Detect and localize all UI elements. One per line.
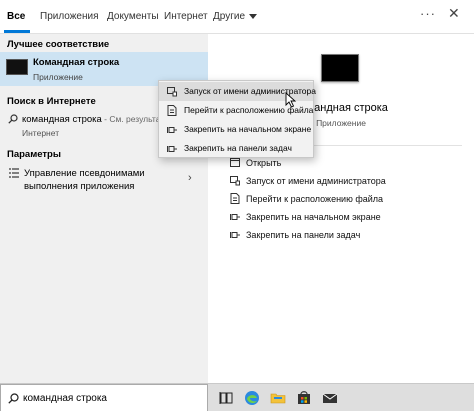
task-view-icon[interactable] [216, 388, 236, 408]
menu-item-pin-to-start[interactable]: Закрепить на начальном экране [159, 120, 313, 139]
search-icon [8, 114, 18, 124]
close-icon[interactable]: ✕ [448, 5, 460, 22]
tab-apps[interactable]: Приложения [40, 0, 99, 34]
settings-item-app-aliases[interactable]: Управление псевдонимами выполнения прило… [24, 167, 184, 193]
web-search-subtitle: Интернет [22, 128, 60, 138]
best-match-subtitle: Приложение [33, 72, 83, 82]
tab-all[interactable]: Все [7, 0, 25, 34]
search-input[interactable] [23, 390, 203, 407]
active-tab-indicator [4, 30, 30, 33]
web-search-query: командная строка [22, 114, 102, 125]
list-settings-icon [9, 168, 19, 178]
settings-heading: Параметры [7, 149, 61, 160]
admin-icon [167, 87, 177, 97]
menu-item-pin-to-taskbar-label: Закрепить на панели задач [184, 143, 292, 153]
menu-item-pin-to-taskbar[interactable]: Закрепить на панели задач [159, 139, 313, 158]
taskbar [0, 383, 474, 411]
edge-icon[interactable] [242, 388, 262, 408]
action-open-label: Открыть [246, 158, 282, 168]
more-options-icon[interactable]: ··· [420, 6, 436, 21]
mouse-cursor-icon [285, 92, 297, 108]
mail-icon[interactable] [320, 388, 340, 408]
taskbar-search-box[interactable] [0, 384, 208, 411]
chevron-down-icon [249, 13, 258, 19]
pin-icon [167, 127, 177, 133]
tab-web[interactable]: Интернет [164, 0, 208, 34]
pin-icon [167, 146, 177, 152]
tab-more[interactable]: Другие [213, 0, 258, 34]
command-prompt-large-icon [321, 54, 359, 82]
action-pin-to-taskbar-label: Закрепить на панели задач [246, 230, 361, 240]
action-open-file-location-label: Перейти к расположению файла [246, 194, 384, 204]
search-tab-bar: Все Приложения Документы Интернет Другие… [0, 0, 474, 34]
best-match-title: Командная строка [33, 57, 120, 68]
admin-icon [230, 176, 240, 186]
file-location-icon [167, 105, 177, 116]
menu-item-pin-to-start-label: Закрепить на начальном экране [184, 124, 312, 134]
tab-documents[interactable]: Документы [107, 0, 159, 34]
action-run-as-admin-label: Запуск от имени администратора [246, 176, 386, 186]
web-search-heading: Поиск в Интернете [7, 96, 96, 107]
search-icon [8, 393, 19, 404]
chevron-right-icon[interactable]: › [188, 172, 192, 184]
windows-search-window: Все Приложения Документы Интернет Другие… [0, 0, 474, 411]
pin-icon [230, 232, 240, 238]
store-icon[interactable] [294, 388, 314, 408]
pin-icon [230, 214, 240, 220]
best-match-heading: Лучшее соответствие [7, 39, 110, 50]
file-location-icon [230, 193, 240, 204]
file-explorer-icon[interactable] [268, 388, 288, 408]
web-search-item[interactable]: командная строка - См. результаты... [22, 114, 177, 125]
tab-more-label: Другие [213, 11, 246, 22]
open-icon [230, 158, 240, 167]
action-pin-to-start-label: Закрепить на начальном экране [246, 212, 381, 222]
command-prompt-app-icon [6, 59, 28, 75]
